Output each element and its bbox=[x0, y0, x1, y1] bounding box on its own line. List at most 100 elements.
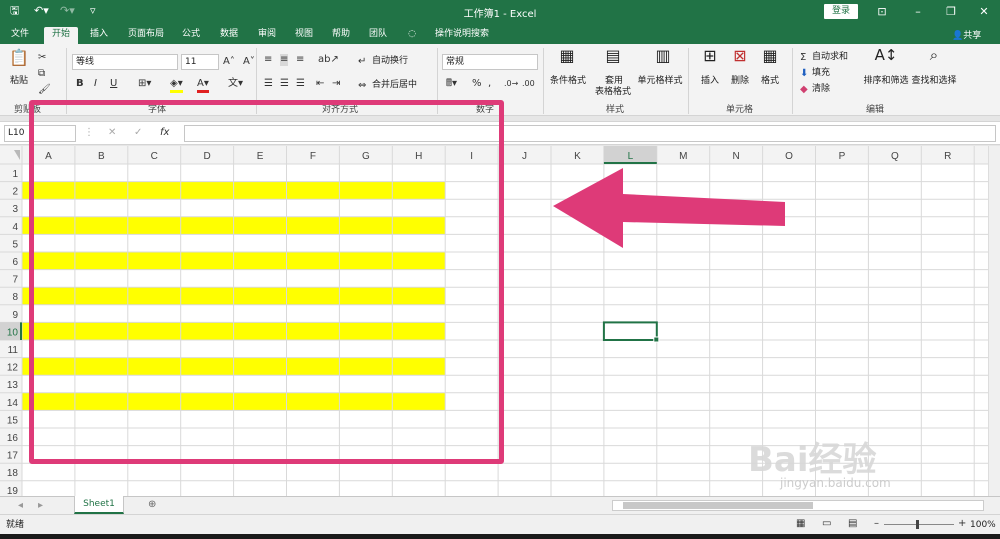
normal-view-icon[interactable]: ▦ bbox=[796, 518, 805, 530]
border-icon[interactable]: ⊞▾ bbox=[138, 78, 151, 90]
align-middle-icon[interactable]: ≡ bbox=[280, 54, 289, 66]
tab-data[interactable]: 数据 bbox=[214, 27, 244, 44]
row-header-16[interactable]: 16 bbox=[7, 433, 19, 444]
row-header-15[interactable]: 15 bbox=[7, 415, 19, 426]
tab-help[interactable]: 帮助 bbox=[326, 27, 356, 44]
clear-button[interactable]: 清除 bbox=[812, 84, 830, 95]
column-header-N[interactable]: N bbox=[733, 151, 740, 162]
zoom-slider[interactable] bbox=[884, 524, 954, 525]
row-header-11[interactable]: 11 bbox=[8, 345, 19, 356]
percent-button[interactable]: % bbox=[472, 78, 482, 90]
ribbon-display-icon[interactable]: ⊡ bbox=[874, 4, 890, 19]
sort-filter-icon[interactable]: A↕ bbox=[874, 48, 898, 63]
row-header-14[interactable]: 14 bbox=[7, 398, 19, 409]
add-sheet-icon[interactable]: ⊕ bbox=[148, 499, 156, 511]
font-name-select[interactable]: 等线 bbox=[72, 54, 178, 70]
horizontal-scroll-thumb[interactable] bbox=[623, 502, 813, 509]
column-header-R[interactable]: R bbox=[944, 151, 951, 162]
column-header-J[interactable]: J bbox=[522, 151, 527, 162]
row-header-1[interactable]: 1 bbox=[12, 169, 18, 180]
table-format-label-2[interactable]: 表格格式 bbox=[588, 87, 638, 98]
merge-center-icon[interactable]: ⇔ bbox=[358, 80, 366, 92]
tab-review[interactable]: 审阅 bbox=[252, 27, 282, 44]
format-painter-icon[interactable]: 🖌 bbox=[38, 84, 51, 96]
decrease-font-icon[interactable]: A˅ bbox=[243, 56, 255, 68]
italic-button[interactable]: I bbox=[94, 78, 97, 90]
tab-file[interactable]: 文件 bbox=[6, 27, 34, 44]
fill-handle[interactable] bbox=[653, 336, 660, 343]
zoom-in-icon[interactable]: + bbox=[958, 518, 966, 530]
cell-styles-icon[interactable]: ▥ bbox=[650, 48, 676, 64]
tab-page-layout[interactable]: 页面布局 bbox=[122, 27, 170, 44]
number-format-select[interactable]: 常规 bbox=[442, 54, 538, 70]
row-header-13[interactable]: 13 bbox=[7, 380, 19, 391]
align-left-icon[interactable]: ☰ bbox=[264, 78, 273, 90]
align-right-icon[interactable]: ☰ bbox=[296, 78, 305, 90]
column-header-L[interactable]: L bbox=[628, 151, 634, 162]
format-cells-button[interactable]: 格式 bbox=[758, 76, 782, 87]
cut-icon[interactable]: ✂ bbox=[38, 52, 46, 64]
paste-icon[interactable]: 📋 bbox=[8, 50, 30, 66]
row-header-17[interactable]: 17 bbox=[7, 451, 19, 462]
row-header-19[interactable]: 19 bbox=[7, 486, 19, 496]
delete-cells-icon[interactable]: ⊠ bbox=[728, 48, 752, 64]
sort-filter-button[interactable]: 排序和筛选 bbox=[862, 76, 910, 87]
cell-styles-button[interactable]: 单元格样式 bbox=[634, 76, 686, 87]
row-header-10[interactable]: 10 bbox=[7, 327, 19, 338]
phonetic-icon[interactable]: 文▾ bbox=[228, 78, 243, 90]
eraser-icon[interactable]: ◆ bbox=[800, 84, 808, 96]
prev-sheet-icon[interactable]: ◂ bbox=[18, 500, 23, 512]
close-icon[interactable]: ✕ bbox=[976, 4, 992, 19]
find-select-button[interactable]: 查找和选择 bbox=[910, 76, 958, 87]
wrap-text-icon[interactable]: ↵ bbox=[358, 56, 366, 68]
underline-button[interactable]: U bbox=[110, 78, 117, 90]
font-color-icon[interactable]: A▾ bbox=[197, 78, 209, 93]
format-cells-icon[interactable]: ▦ bbox=[758, 48, 782, 64]
autosum-icon[interactable]: Σ bbox=[800, 52, 806, 64]
decrease-decimal-icon[interactable]: .00 bbox=[522, 78, 535, 90]
row-header-4[interactable]: 4 bbox=[12, 222, 18, 233]
column-header-M[interactable]: M bbox=[679, 151, 687, 162]
page-layout-view-icon[interactable]: ▭ bbox=[822, 518, 831, 530]
tab-insert[interactable]: 插入 bbox=[84, 27, 114, 44]
conditional-format-icon[interactable]: ▦ bbox=[553, 48, 581, 64]
tab-home[interactable]: 开始 bbox=[44, 27, 78, 44]
minimize-icon[interactable]: – bbox=[910, 4, 926, 19]
row-header-18[interactable]: 18 bbox=[7, 468, 19, 479]
zoom-out-icon[interactable]: – bbox=[874, 518, 879, 530]
row-header-7[interactable]: 7 bbox=[12, 275, 18, 286]
tab-team[interactable]: 团队 bbox=[363, 27, 393, 44]
fill-icon[interactable]: ⬇ bbox=[800, 68, 808, 80]
insert-cells-icon[interactable]: ⊞ bbox=[698, 48, 722, 64]
autosum-button[interactable]: 自动求和 bbox=[812, 52, 848, 63]
align-bottom-icon[interactable]: ≡ bbox=[296, 54, 304, 66]
row-header-2[interactable]: 2 bbox=[12, 187, 18, 198]
tab-formulas[interactable]: 公式 bbox=[176, 27, 206, 44]
delete-cells-button[interactable]: 删除 bbox=[728, 76, 752, 87]
row-header-5[interactable]: 5 bbox=[12, 239, 18, 250]
horizontal-scrollbar[interactable] bbox=[612, 500, 984, 511]
tab-view[interactable]: 视图 bbox=[289, 27, 319, 44]
paste-label[interactable]: 粘贴 bbox=[8, 76, 30, 87]
zoom-slider-thumb[interactable] bbox=[916, 520, 919, 529]
bold-button[interactable]: B bbox=[76, 78, 84, 90]
next-sheet-icon[interactable]: ▸ bbox=[38, 500, 43, 512]
conditional-format-button[interactable]: 条件格式 bbox=[546, 76, 590, 87]
comma-button[interactable]: , bbox=[488, 78, 491, 90]
increase-font-icon[interactable]: A˄ bbox=[223, 56, 235, 68]
insert-cells-button[interactable]: 插入 bbox=[698, 76, 722, 87]
fill-color-icon[interactable]: ◈▾ bbox=[170, 78, 183, 93]
copy-icon[interactable]: ⧉ bbox=[38, 68, 45, 80]
align-top-icon[interactable]: ≡ bbox=[264, 54, 272, 66]
column-header-O[interactable]: O bbox=[785, 151, 793, 162]
login-button[interactable]: 登录 bbox=[824, 4, 858, 19]
row-header-6[interactable]: 6 bbox=[12, 257, 18, 268]
font-size-select[interactable]: 11 bbox=[181, 54, 219, 70]
page-break-view-icon[interactable]: ▤ bbox=[848, 518, 857, 530]
column-header-K[interactable]: K bbox=[574, 151, 581, 162]
share-button[interactable]: 👤共享 bbox=[952, 28, 981, 41]
vertical-scrollbar[interactable] bbox=[988, 146, 1000, 496]
fill-button[interactable]: 填充 bbox=[812, 68, 830, 79]
indent-increase-icon[interactable]: ⇥ bbox=[332, 78, 340, 90]
find-select-icon[interactable]: ⌕ bbox=[922, 48, 946, 63]
